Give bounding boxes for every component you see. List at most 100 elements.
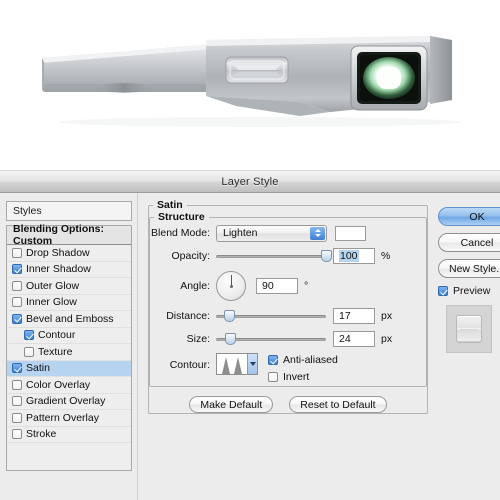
opacity-label: Opacity: (171, 250, 210, 262)
styles-column: Styles Blending Options: Custom Drop Sha… (0, 193, 137, 500)
effect-row[interactable]: Contour (7, 328, 131, 344)
blend-color-swatch[interactable] (335, 225, 366, 241)
preview-checkbox[interactable] (438, 286, 448, 296)
effect-label: Bevel and Emboss (26, 312, 114, 325)
effect-row[interactable]: Bevel and Emboss (7, 311, 131, 328)
size-input[interactable]: 24 (333, 331, 375, 347)
make-default-button[interactable]: Make Default (189, 396, 274, 413)
effect-checkbox[interactable] (24, 346, 34, 357)
dialog-body: Styles Blending Options: Custom Drop Sha… (0, 193, 500, 500)
styles-header[interactable]: Styles (6, 201, 132, 221)
blend-mode-label: Blend Mode: (151, 227, 210, 239)
effect-label: Gradient Overlay (26, 395, 106, 407)
anti-aliased-checkbox[interactable] (268, 355, 278, 365)
chevron-updown-icon[interactable] (310, 226, 325, 240)
layer-style-dialog: Layer Style Styles Blending Options: Cus… (0, 170, 500, 500)
size-slider[interactable] (216, 331, 326, 347)
effect-checkbox[interactable] (12, 379, 22, 390)
angle-input[interactable]: 90 (256, 278, 298, 294)
angle-row: Angle: 90 ° (150, 269, 426, 303)
effect-checkbox[interactable] (12, 264, 22, 275)
satin-group-title: Satin (157, 199, 183, 211)
contour-preview-select[interactable] (216, 353, 258, 375)
blend-mode-value: Lighten (223, 227, 258, 239)
dialog-title: Layer Style (221, 175, 279, 188)
anti-aliased-label: Anti-aliased (283, 354, 338, 366)
effect-row[interactable]: Stroke (7, 427, 131, 443)
effect-row[interactable]: Drop Shadow (7, 245, 131, 262)
distance-value: 17 (339, 310, 351, 322)
dialog-titlebar[interactable]: Layer Style (0, 171, 500, 193)
invert-checkbox[interactable] (268, 372, 278, 382)
effect-row[interactable]: Satin (7, 360, 131, 377)
opacity-slider[interactable] (216, 248, 332, 264)
anti-aliased-row[interactable]: Anti-aliased (268, 354, 338, 366)
effect-row[interactable]: Texture (7, 344, 131, 361)
effect-row[interactable]: Pattern Overlay (7, 410, 131, 427)
blend-mode-select[interactable]: Lighten (216, 224, 327, 242)
opacity-row: Opacity: 100 % (150, 246, 426, 266)
effect-checkbox[interactable] (12, 247, 22, 258)
effect-checkbox[interactable] (24, 330, 34, 341)
chevron-down-icon[interactable] (247, 354, 257, 374)
effect-label: Drop Shadow (26, 246, 90, 259)
distance-slider-knob[interactable] (224, 310, 236, 322)
effect-label: Inner Glow (26, 296, 77, 308)
effect-checkbox[interactable] (12, 280, 22, 291)
blend-mode-row: Blend Mode: Lighten (150, 223, 426, 243)
effect-row[interactable]: Color Overlay (7, 377, 131, 394)
opacity-slider-track (216, 255, 326, 258)
styles-header-label: Styles (13, 205, 42, 217)
angle-label: Angle: (180, 280, 210, 292)
angle-dial-hub (229, 284, 233, 288)
effect-label: Texture (38, 345, 73, 358)
effect-row[interactable]: Outer Glow (7, 278, 131, 295)
metallic-device-3d-render (42, 36, 460, 127)
size-unit: px (381, 333, 393, 345)
effects-list[interactable]: Drop Shadow Inner Shadow Outer Glow Inner G… (6, 244, 132, 471)
dialog-actions-column: OK Cancel New Style... Preview (434, 193, 500, 500)
size-slider-knob[interactable] (225, 333, 237, 345)
contour-row: Contour: Anti-aliased Invert (150, 353, 426, 383)
invert-label: Invert (283, 371, 310, 383)
opacity-input[interactable]: 100 (333, 248, 375, 264)
cancel-button[interactable]: Cancel (438, 233, 500, 252)
effect-checkbox[interactable] (12, 429, 22, 440)
effect-label: Contour (38, 329, 76, 341)
preview-thumbnail-chip (456, 315, 482, 343)
structure-group: Structure Blend Mode: Lighten Opacity: 1… (149, 211, 427, 387)
effect-checkbox[interactable] (12, 297, 22, 308)
contour-label: Contour: (169, 359, 210, 371)
effect-label: Outer Glow (26, 279, 80, 292)
render-preview-area (0, 0, 500, 170)
invert-row[interactable]: Invert (268, 371, 338, 383)
preview-row[interactable]: Preview (438, 285, 500, 297)
ok-button[interactable]: OK (438, 207, 500, 226)
angle-dial[interactable] (216, 271, 246, 301)
distance-input[interactable]: 17 (333, 308, 375, 324)
effect-checkbox[interactable] (12, 363, 22, 374)
blending-options-row[interactable]: Blending Options: Custom (6, 223, 132, 247)
angle-unit: ° (304, 280, 309, 292)
opacity-slider-knob[interactable] (321, 250, 332, 262)
effect-row[interactable]: Inner Glow (7, 295, 131, 311)
distance-slider[interactable] (216, 308, 326, 324)
distance-row: Distance: 17 px (150, 306, 426, 326)
new-style-button[interactable]: New Style... (438, 259, 500, 278)
blending-options-label: Blending Options: Custom (13, 223, 104, 247)
effect-label: Color Overlay (26, 378, 91, 391)
size-row: Size: 24 px (150, 329, 426, 349)
distance-label: Distance: (166, 310, 210, 322)
angle-value: 90 (262, 280, 274, 292)
effect-label: Inner Shadow (26, 263, 91, 275)
effect-row[interactable]: Inner Shadow (7, 262, 131, 278)
satin-group: Satin Structure Blend Mode: Lighten Opac… (148, 199, 428, 414)
effect-checkbox[interactable] (12, 313, 22, 324)
effect-checkbox[interactable] (12, 412, 22, 423)
effect-row[interactable]: Gradient Overlay (7, 394, 131, 410)
reset-to-default-button[interactable]: Reset to Default (289, 396, 387, 413)
effect-checkbox[interactable] (12, 396, 22, 407)
distance-unit: px (381, 310, 393, 322)
effect-label: Pattern Overlay (26, 411, 99, 424)
satin-settings-panel: Satin Structure Blend Mode: Lighten Opac… (137, 193, 434, 500)
